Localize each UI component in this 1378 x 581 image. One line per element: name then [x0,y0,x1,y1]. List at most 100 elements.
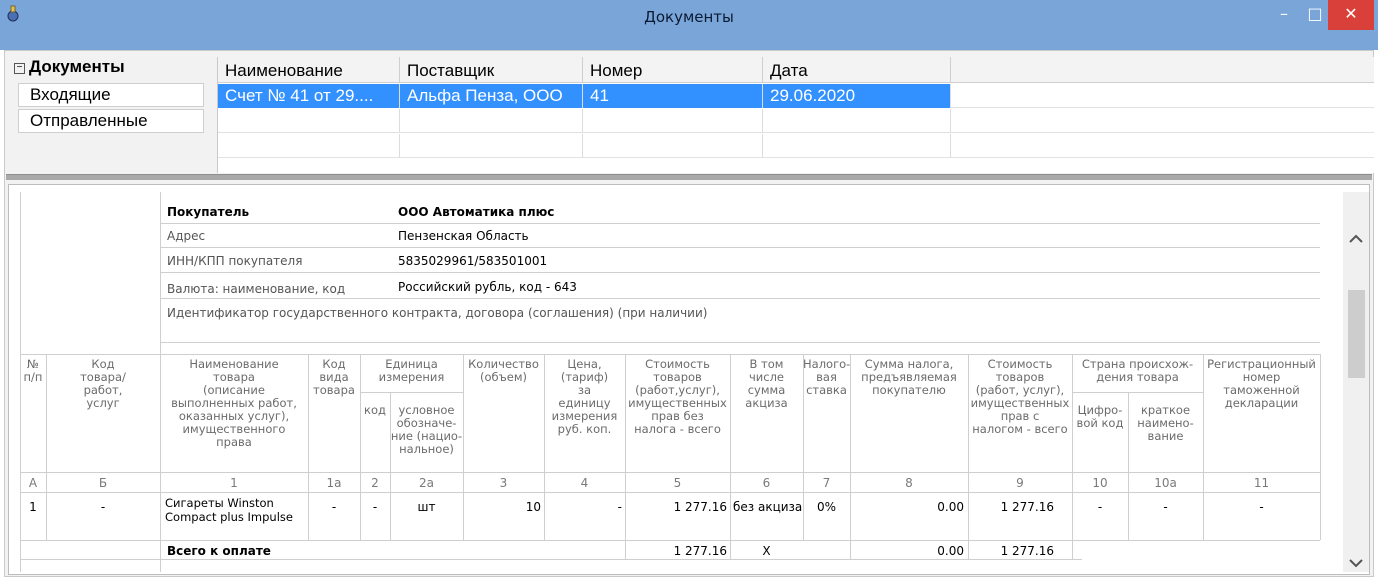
header-cost: Стоимость товаров (работ,услуг), имущест… [628,357,727,436]
colnum: 1а [326,476,342,490]
row-customs: - [1259,500,1264,514]
empty-row [218,109,1374,133]
row-tax: 0.00 [937,500,964,514]
empty-cell [583,134,763,158]
documents-grid: Наименование Поставщик Номер Дата Счет №… [217,57,1374,173]
header-price: Цена, (тариф) за единицу измерения руб. … [551,357,618,436]
row-unit-code: - [372,500,378,514]
header-rate: Налого- вая ставка [803,357,851,397]
header-total: Стоимость товаров (работ, услуг), имущес… [970,357,1070,436]
footer-total: 1 277.16 [1000,544,1054,558]
colnum: Б [98,476,108,490]
empty-row [218,134,1374,158]
row-rate: 0% [816,500,837,514]
inn-value: 5835029961/583501001 [398,254,548,268]
divider [20,540,1320,541]
colnum: 7 [822,476,831,490]
colnum: 5 [673,476,682,490]
tree-item-incoming[interactable]: Входящие [18,83,204,107]
colnum: 11 [1253,476,1270,490]
row-country-name: - [1163,500,1168,514]
cell-date: 29.06.2020 [763,84,951,108]
header-tax: Сумма налога, предъявляемая покупателю [861,357,957,397]
table-row[interactable]: Счет № 41 от 29.... Альфа Пенза, ООО 41 … [218,84,1374,108]
empty-cell [400,134,583,158]
colnum: 6 [762,476,771,490]
cell-name: Счет № 41 от 29.... [218,84,400,108]
header-name: Наименование товара (описание выполненны… [171,357,297,449]
footer-cost: 1 277.16 [673,544,727,558]
row-cost: 1 277.16 [673,500,727,514]
tree-root-label: Документы [29,57,125,76]
header-qty: Количество (объем) [468,357,539,384]
tree-item-sent[interactable]: Отправленные [18,109,204,133]
buyer-label: Покупатель [167,205,250,219]
address-value: Пензенская Область [398,229,529,243]
footer-tax: 0.00 [937,544,964,558]
row-price: - [617,500,622,514]
colnum: А [28,476,38,490]
divider [360,392,463,393]
scroll-down-icon[interactable] [1343,552,1369,576]
scrollbar-thumb[interactable] [1348,290,1365,378]
colnum: 10а [1154,476,1177,490]
colnum: 1 [230,476,238,490]
invoice-document: Покупатель ООО Автоматика плюс Адрес Пен… [20,192,1342,572]
scroll-up-icon[interactable] [1343,228,1369,252]
row-code: - [100,500,106,514]
divider [160,298,1320,299]
row-excise: без акциза [733,500,803,514]
colnum: 2а [419,476,434,490]
title-bar: Документы – □ ✕ [0,0,1378,50]
row-country-code: - [1097,500,1103,514]
colnum: 10 [1092,476,1108,490]
row-name-line1: Сигареты Winston [165,496,274,510]
divider [1072,392,1203,393]
header-country-name: краткое наимено- вание [1137,403,1194,443]
column-header-number[interactable]: Номер [583,57,763,83]
splitter[interactable] [6,174,1372,180]
header-country-code: Цифро- вой код [1076,403,1124,430]
cell-number: 41 [583,84,763,108]
colnum: 3 [499,476,508,490]
empty-cell [400,109,583,133]
divider [20,559,1082,560]
row-total: 1 277.16 [1000,500,1054,514]
row-kind: - [331,500,337,514]
divider [1320,354,1321,540]
row-qty: 10 [525,500,541,514]
address-label: Адрес [167,229,206,243]
footer-excise: X [762,544,771,558]
colnum: 2 [371,476,379,490]
header-excise: В том числе сумма акциза [745,357,788,410]
grid-header: Наименование Поставщик Номер Дата [218,57,1374,83]
divider [20,472,1320,473]
header-num: № п/п [23,357,43,384]
column-header-name[interactable]: Наименование [218,57,400,83]
column-header-supplier[interactable]: Поставщик [400,57,583,83]
window-title: Документы [644,8,734,26]
close-button[interactable]: ✕ [1328,0,1374,30]
empty-cell [218,109,400,133]
divider [20,492,1320,493]
divider [160,223,1320,224]
row-unit-name: шт [417,500,436,514]
empty-cell [218,134,400,158]
divider [160,272,1320,273]
inn-label: ИНН/КПП покупателя [167,254,303,268]
empty-cell [763,109,951,133]
cell-supplier: Альфа Пенза, ООО [400,84,583,108]
colnum: 8 [905,476,913,490]
header-code: Код товара/ работ, услуг [80,357,126,410]
column-header-date[interactable]: Дата [763,57,951,83]
divider [160,342,1320,343]
tree-root[interactable]: − Документы [14,57,125,79]
header-unit-code: код [364,403,386,417]
vertical-scrollbar[interactable] [1343,192,1369,572]
document-tree: − Документы Входящие Отправленные [14,57,206,135]
collapse-icon[interactable]: − [14,63,25,74]
header-kind: Код вида товара [313,357,355,397]
divider [160,247,1320,248]
buyer-value: ООО Автоматика плюс [398,205,555,219]
currency-label: Валюта: наименование, код [167,282,346,296]
